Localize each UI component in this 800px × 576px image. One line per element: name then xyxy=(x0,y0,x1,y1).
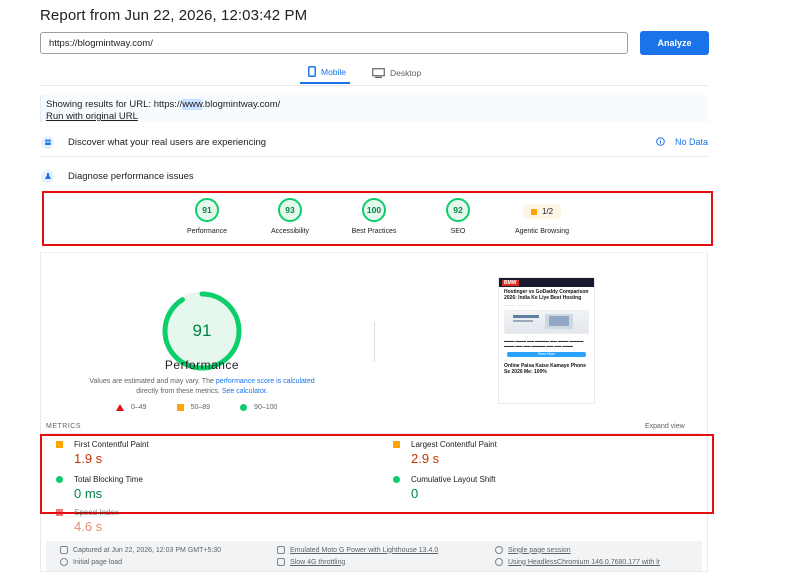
average-square-icon xyxy=(530,208,537,215)
info-icon xyxy=(656,136,665,148)
score-agentic-browsing[interactable]: 1/2 Agentic Browsing xyxy=(502,198,582,235)
metric-name: Speed Index xyxy=(74,508,119,517)
pass-circle-icon xyxy=(56,476,63,483)
seo-gauge: 92 xyxy=(443,198,473,222)
metric-speed-index: Speed Index 4.6 s xyxy=(56,508,119,534)
results-url-box: Showing results for URL: https://www.blo… xyxy=(40,95,708,122)
vertical-divider xyxy=(374,322,375,362)
average-square-icon xyxy=(56,441,63,448)
browser-icon xyxy=(495,558,503,566)
performance-title: Performance xyxy=(164,358,240,372)
tab-desktop[interactable]: Desktop xyxy=(372,66,421,84)
metric-value: 2.9 s xyxy=(411,451,440,466)
emulated-device[interactable]: Emulated Moto G Power with Lighthouse 13… xyxy=(277,546,438,554)
single-session[interactable]: Single page session xyxy=(495,546,571,554)
metrics-header: METRICS xyxy=(46,423,81,430)
metric-name: First Contentful Paint xyxy=(74,440,149,449)
tab-mobile-label: Mobile xyxy=(321,66,347,77)
metric-name: Total Blocking Time xyxy=(74,475,143,484)
device-tabs: Mobile Desktop xyxy=(300,66,421,84)
metric-value: 0 xyxy=(411,486,419,501)
score-label: Best Practices xyxy=(351,228,397,235)
timer-icon xyxy=(60,558,68,566)
analyze-button[interactable]: Analyze xyxy=(640,31,709,55)
metric-value: 1.9 s xyxy=(74,451,103,466)
metric-tbt: Total Blocking Time 0 ms xyxy=(56,475,143,501)
discover-label: Discover what your real users are experi… xyxy=(68,136,267,148)
circle-icon xyxy=(240,404,248,411)
no-data-indicator: No Data xyxy=(656,136,708,148)
score-performance[interactable]: 91 Performance xyxy=(167,198,247,235)
metric-lcp: Largest Contentful Paint 2.9 s xyxy=(393,440,497,466)
score-label: Accessibility xyxy=(270,228,310,235)
expand-view-toggle[interactable]: Expand view xyxy=(645,423,685,430)
pass-circle-icon xyxy=(393,476,400,483)
results-url-text: Showing results for URL: https://www.blo… xyxy=(46,99,281,110)
score-label: SEO xyxy=(450,228,466,235)
fail-icon xyxy=(56,509,63,516)
discover-section[interactable]: Discover what your real users are experi… xyxy=(40,133,708,151)
url-input[interactable] xyxy=(40,32,628,54)
report-title: Report from Jun 22, 2026, 12:03:42 PM xyxy=(40,7,308,24)
tab-desktop-label: Desktop xyxy=(390,67,422,78)
metric-value: 4.6 s xyxy=(74,519,103,534)
metric-value: 0 ms xyxy=(74,486,103,501)
thumb-headline: Hostinger vs GoDaddy Comparison 2026: In… xyxy=(504,289,589,301)
see-calculator-link[interactable]: See calculator. xyxy=(222,388,268,395)
network-icon xyxy=(277,558,285,566)
metric-cls: Cumulative Layout Shift 0 xyxy=(393,475,496,501)
browser-version[interactable]: Using HeadlessChromium 146.0.7680.177 wi… xyxy=(495,558,660,566)
thumb-body-text: ▬▬▬ ▬▬▬ ▬▬ ▬▬▬▬ ▬▬ ▬▬▬ ▬▬▬▬ ▬▬▬ ▬▬ ▬▬ ▬▬… xyxy=(504,339,584,348)
score-calculated-link[interactable]: performance score is calculated xyxy=(216,378,315,385)
average-square-icon xyxy=(393,441,400,448)
thumb-image xyxy=(504,310,589,334)
thumb-meta: — — — · — — — — xyxy=(504,303,532,307)
performance-gauge: 91 xyxy=(192,198,222,222)
run-original-url-link[interactable]: Run with original URL xyxy=(46,111,703,122)
tab-mobile[interactable]: Mobile xyxy=(300,66,351,84)
score-seo[interactable]: 92 SEO xyxy=(418,198,498,235)
performance-note: Values are estimated and may vary. The p… xyxy=(89,378,315,395)
thumb-footer-headline: Online Paisa Kaise Kamaye Phone Se 2026 … xyxy=(504,363,586,375)
session-icon xyxy=(495,546,503,554)
agentic-pill: 1/2 xyxy=(522,204,562,219)
initial-load: Initial page load xyxy=(60,558,122,566)
diagnose-section: Diagnose performance issues xyxy=(40,168,708,184)
triangle-icon xyxy=(116,404,124,411)
performance-card xyxy=(40,252,708,572)
metric-name: Cumulative Layout Shift xyxy=(411,475,496,484)
score-label: Agentic Browsing xyxy=(514,228,570,235)
square-icon xyxy=(176,404,184,411)
accessibility-gauge: 93 xyxy=(275,198,305,222)
network-throttling[interactable]: Slow 4G throttling xyxy=(277,558,345,566)
section-divider xyxy=(40,156,708,157)
page-screenshot-thumbnail[interactable]: BMW Hostinger vs GoDaddy Comparison 2026… xyxy=(498,277,595,404)
device-icon xyxy=(277,546,285,554)
score-label: Performance xyxy=(186,228,228,235)
legend-fail: 0–49 xyxy=(116,404,147,411)
flask-icon xyxy=(41,169,54,183)
users-icon xyxy=(41,135,54,149)
best-practices-gauge: 100 xyxy=(359,198,389,222)
runtime-settings: Captured at Jun 22, 2026, 12:03 PM GMT+5… xyxy=(46,541,702,571)
diagnose-label: Diagnose performance issues xyxy=(68,170,194,182)
score-accessibility[interactable]: 93 Accessibility xyxy=(250,198,330,235)
captured-at: Captured at Jun 22, 2026, 12:03 PM GMT+5… xyxy=(60,546,221,554)
legend-pass: 90–100 xyxy=(240,404,277,411)
thumb-navbar: BMW xyxy=(499,278,594,287)
metric-fcp: First Contentful Paint 1.9 s xyxy=(56,440,149,466)
desktop-icon xyxy=(372,67,385,78)
metric-name: Largest Contentful Paint xyxy=(411,440,497,449)
no-data-label: No Data xyxy=(674,137,708,147)
legend-average: 50–89 xyxy=(176,404,210,411)
tabs-divider xyxy=(40,85,708,86)
phone-icon xyxy=(308,66,316,77)
thumb-read-more-button: Read More xyxy=(507,352,586,357)
site-logo: BMW xyxy=(502,279,519,286)
calendar-icon xyxy=(60,546,68,554)
score-legend: 0–49 50–89 90–100 xyxy=(116,404,277,411)
score-best-practices[interactable]: 100 Best Practices xyxy=(334,198,414,235)
